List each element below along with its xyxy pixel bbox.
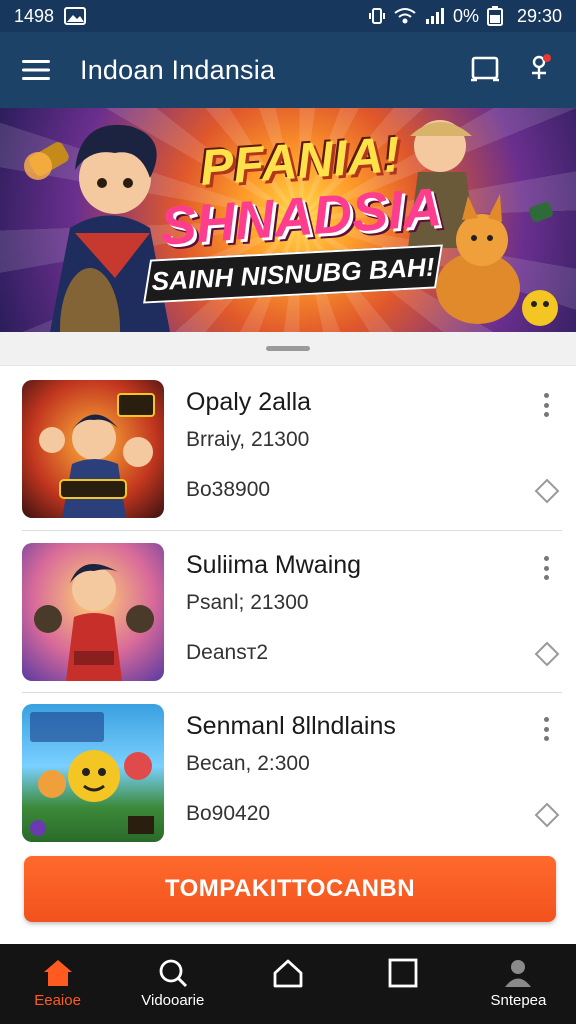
status-left-text: 1498 xyxy=(14,5,55,26)
banner-ribbon-text: SAINH NISNUBG BAH! xyxy=(150,251,436,296)
item-meta: Bo90420 xyxy=(186,802,271,825)
clock: 29:30 xyxy=(516,5,562,26)
game-thumbnail xyxy=(22,543,164,681)
square-icon xyxy=(388,958,418,988)
image-notification-icon xyxy=(64,7,87,25)
hero-banner[interactable]: PFANIA! SHNADSIA SAINH NISNUBG BAH! xyxy=(0,108,576,332)
wifi-icon xyxy=(393,7,417,25)
item-title: Suliima Mwaing xyxy=(186,551,362,579)
more-options-button[interactable] xyxy=(536,553,556,583)
divider xyxy=(22,530,562,531)
item-subtitle: Brraiy, 21300 xyxy=(186,428,310,451)
list-item[interactable]: Senmanl 8llndlains Becan, 2:300 Bo90420 xyxy=(22,704,562,844)
item-meta: Deansт2 xyxy=(186,641,269,664)
nav-label: Eeaioe xyxy=(34,992,81,1009)
notification-button[interactable] xyxy=(526,53,552,88)
nav-item-home[interactable]: Eeaioe xyxy=(0,944,115,1024)
item-subtitle: Psanl; 21300 xyxy=(186,591,309,614)
vibrate-icon xyxy=(368,7,385,25)
menu-button[interactable] xyxy=(0,32,72,108)
nav-item-house[interactable] xyxy=(230,944,345,1024)
notification-icon xyxy=(532,53,551,79)
thumbnail-illustration xyxy=(34,564,154,681)
sheet-header xyxy=(0,332,576,366)
favorite-icon[interactable] xyxy=(532,800,562,830)
list-item[interactable]: Opaly 2alla Brraiy, 21300 Bo38900 xyxy=(22,380,562,520)
search-icon xyxy=(159,959,187,988)
favorite-icon[interactable] xyxy=(532,639,562,669)
item-subtitle: Becan, 2:300 xyxy=(186,752,310,775)
nav-label: Sntepea xyxy=(490,992,547,1009)
app-title: Indoan Indansia xyxy=(80,54,276,85)
nav-item-search[interactable]: Vidooarie xyxy=(115,944,230,1024)
item-title: Opaly 2alla xyxy=(186,388,312,416)
game-thumbnail xyxy=(22,380,164,518)
battery-icon xyxy=(486,6,503,26)
game-thumbnail xyxy=(22,704,164,842)
nav-label: Vidooarie xyxy=(141,992,205,1009)
primary-action-button[interactable]: TOMPAKITTOCANBN xyxy=(24,856,556,922)
divider xyxy=(22,692,562,693)
app-bar: Indoan Indansia xyxy=(0,32,576,108)
house-outline-icon xyxy=(273,959,303,988)
home-icon xyxy=(43,960,72,986)
thumbnail-illustration xyxy=(30,712,154,836)
more-options-button[interactable] xyxy=(536,390,556,420)
drag-handle[interactable] xyxy=(266,346,310,351)
nav-item-profile[interactable]: Sntepea xyxy=(461,944,576,1024)
thumbnail-illustration xyxy=(39,393,155,518)
person-icon xyxy=(505,960,532,987)
nav-item-square[interactable] xyxy=(346,944,461,1024)
banner-title: PFANIA! SHNADSIA xyxy=(158,126,444,257)
more-options-button[interactable] xyxy=(536,714,556,744)
item-title: Senmanl 8llndlains xyxy=(186,712,396,740)
signal-icon xyxy=(425,7,445,25)
cast-icon xyxy=(471,56,499,81)
item-meta: Bo38900 xyxy=(186,478,271,501)
hamburger-icon xyxy=(22,60,50,80)
bottom-navigation: Eeaioe Vidooarie Sntepea xyxy=(0,944,576,1024)
favorite-icon[interactable] xyxy=(532,476,562,506)
status-bar: 1498 0% 29:30 xyxy=(0,0,576,32)
list-item[interactable]: Suliima Mwaing Psanl; 21300 Deansт2 xyxy=(22,543,562,683)
cast-button[interactable] xyxy=(470,53,500,88)
battery-percent: 0% xyxy=(452,5,479,26)
